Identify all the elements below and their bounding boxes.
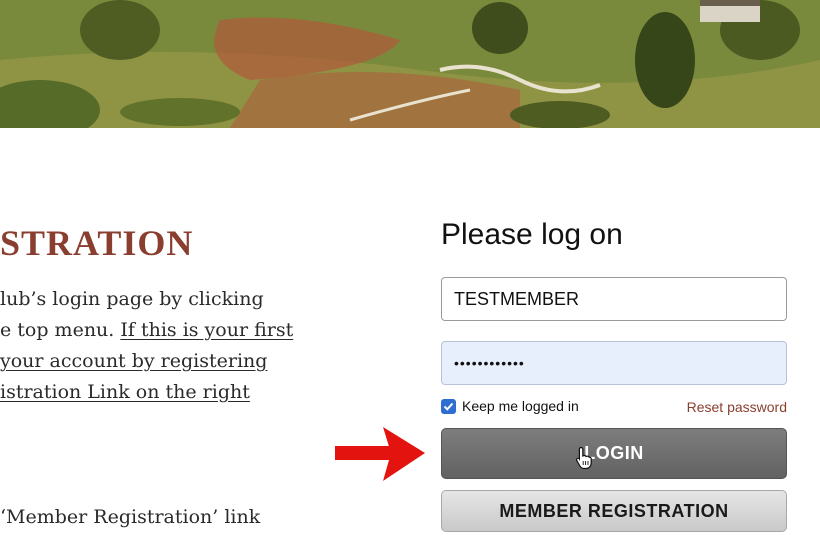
red-arrow-icon: [335, 427, 425, 481]
keep-logged-in-label[interactable]: Keep me logged in: [462, 398, 579, 414]
body-text-line: lub’s login page by clicking: [0, 288, 264, 310]
keep-logged-in-checkbox[interactable]: [441, 398, 456, 414]
page-heading: STRATION: [0, 223, 194, 263]
registration-link-line[interactable]: istration Link on the right: [0, 382, 250, 402]
check-icon: [443, 402, 454, 411]
hand-pointer-cursor-icon: [575, 446, 592, 470]
username-input[interactable]: [441, 277, 787, 321]
first-time-link[interactable]: If this is your first: [120, 319, 293, 341]
golf-course-illustration: [0, 0, 820, 128]
body-text-line: e top menu. If this is your first: [0, 320, 293, 340]
reset-password-link[interactable]: Reset password: [687, 399, 787, 415]
login-button-label: LOGIN: [584, 443, 644, 463]
member-registration-button[interactable]: MEMBER REGISTRATION: [441, 490, 787, 532]
body-text-fragment: e top menu.: [0, 319, 121, 341]
registration-link-line[interactable]: your account by registering: [0, 351, 267, 371]
hero-banner-image: [0, 0, 820, 128]
keep-logged-in-row: Keep me logged in: [441, 398, 579, 414]
login-button[interactable]: LOGIN: [441, 428, 787, 479]
body-text-line: ‘Member Registration’ link: [0, 506, 261, 528]
login-title: Please log on: [441, 218, 623, 251]
member-registration-label: MEMBER REGISTRATION: [499, 500, 729, 521]
password-input[interactable]: [441, 341, 787, 385]
